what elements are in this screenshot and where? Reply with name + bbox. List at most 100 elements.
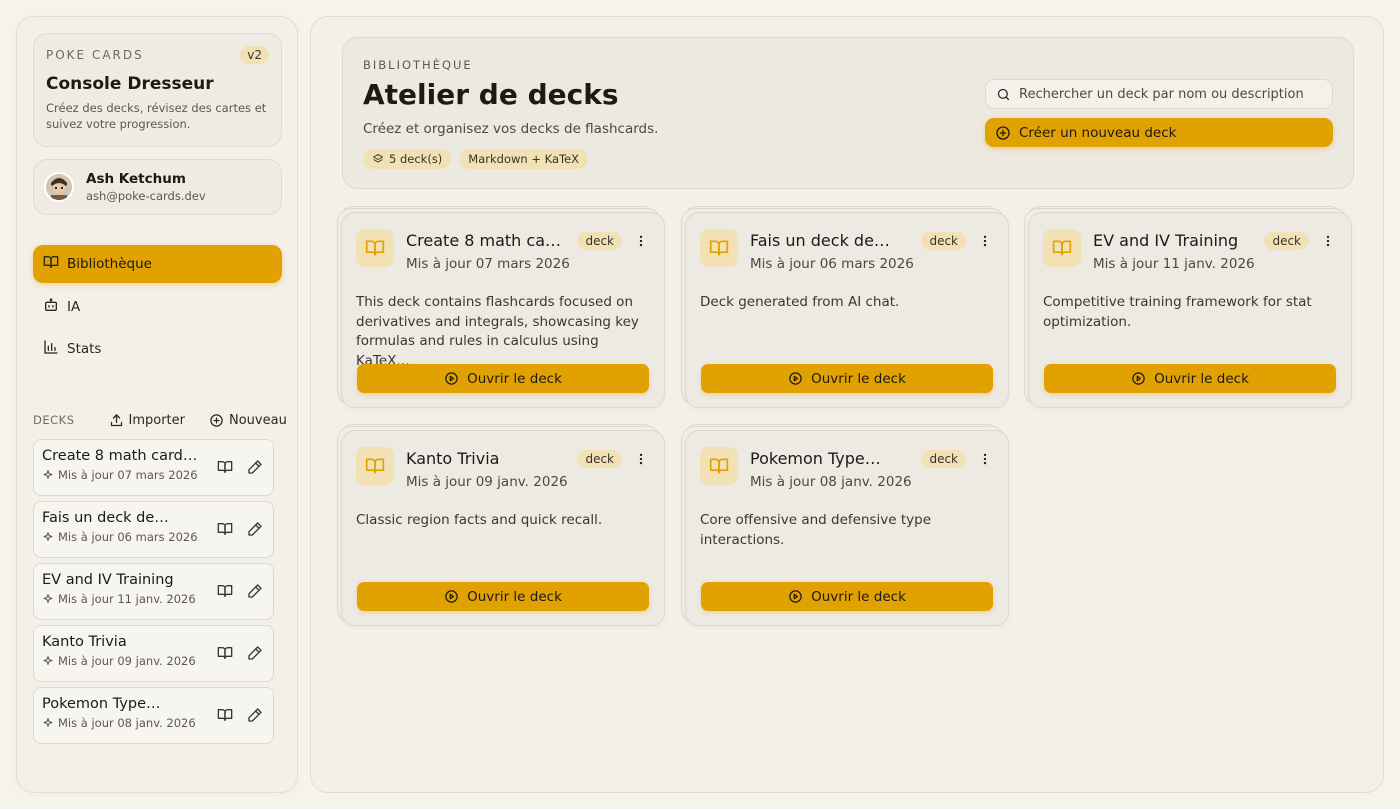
more-options-icon[interactable]: [634, 451, 648, 470]
deck-title: EV and IV Training: [1093, 231, 1239, 250]
deck-title: Kanto Trivia: [406, 449, 500, 468]
edit-deck-icon[interactable]: [247, 583, 263, 603]
user-email: ash@poke-cards.dev: [86, 189, 206, 203]
import-button[interactable]: Importer: [109, 413, 185, 428]
sidebar-deck-item[interactable]: EV and IV Training Mis à jour 11 janv. 2…: [33, 563, 274, 620]
book-open-icon: [356, 447, 394, 485]
edit-deck-icon[interactable]: [247, 707, 263, 727]
nav-bibliotheque[interactable]: Bibliothèque: [33, 245, 282, 283]
deck-type-badge: deck: [921, 232, 966, 250]
sidebar-deck-item[interactable]: Create 8 math cards… Mis à jour 07 mars …: [33, 439, 274, 496]
open-deck-label: Ouvrir le deck: [467, 370, 562, 387]
book-open-icon: [700, 447, 738, 485]
sidebar-deck-item[interactable]: Kanto Trivia Mis à jour 09 janv. 2026: [33, 625, 274, 682]
open-deck-icon[interactable]: [217, 645, 233, 665]
avatar: [44, 172, 74, 202]
deck-card: Create 8 math cards… Mis à jour 07 mars …: [335, 206, 665, 408]
brand-card: POKE CARDS v2 Console Dresseur Créez des…: [33, 33, 282, 147]
deck-type-badge: deck: [577, 232, 622, 250]
deck-description: Competitive training framework for stat …: [1043, 294, 1312, 330]
sidebar-deck-date: Mis à jour 06 mars 2026: [58, 530, 198, 544]
open-deck-icon[interactable]: [217, 521, 233, 541]
play-circle-icon: [1132, 372, 1145, 385]
play-circle-icon: [789, 372, 802, 385]
more-options-icon[interactable]: [978, 451, 992, 470]
hero: BIBLIOTHÈQUE Atelier de decks Créez et o…: [342, 37, 1354, 189]
main-panel: BIBLIOTHÈQUE Atelier de decks Créez et o…: [310, 16, 1384, 793]
search-box[interactable]: [985, 79, 1333, 109]
deck-card: Fais un deck de… Mis à jour 06 mars 2026…: [679, 206, 1009, 408]
open-deck-label: Ouvrir le deck: [467, 588, 562, 605]
deck-updated: Mis à jour 08 janv. 2026: [750, 474, 912, 490]
book-open-icon: [1043, 229, 1081, 267]
open-deck-label: Ouvrir le deck: [1154, 370, 1249, 387]
sidebar-deck-date: Mis à jour 08 janv. 2026: [58, 716, 196, 730]
more-options-icon[interactable]: [978, 233, 992, 252]
play-circle-icon: [445, 372, 458, 385]
open-deck-button[interactable]: Ouvrir le deck: [701, 582, 993, 611]
nav-stats[interactable]: Stats: [33, 330, 282, 368]
sidebar-deck-date: Mis à jour 09 janv. 2026: [58, 654, 196, 668]
book-open-icon: [43, 254, 59, 274]
open-deck-button[interactable]: Ouvrir le deck: [357, 582, 649, 611]
nav-ia[interactable]: IA: [33, 288, 282, 326]
open-deck-button[interactable]: Ouvrir le deck: [1044, 364, 1336, 393]
search-input[interactable]: [1019, 86, 1319, 102]
upload-icon: [110, 413, 122, 426]
deck-updated: Mis à jour 11 janv. 2026: [1093, 256, 1255, 272]
more-options-icon[interactable]: [634, 233, 648, 252]
book-open-icon: [356, 229, 394, 267]
open-deck-icon[interactable]: [217, 583, 233, 603]
deck-title: Pokemon Type…: [750, 449, 881, 468]
edit-deck-icon[interactable]: [247, 645, 263, 665]
open-deck-button[interactable]: Ouvrir le deck: [701, 364, 993, 393]
open-deck-icon[interactable]: [217, 707, 233, 727]
deck-type-badge: deck: [921, 450, 966, 468]
sparkle-icon: [43, 718, 53, 727]
layers-icon: [373, 154, 383, 163]
deck-count-chip: 5 deck(s): [363, 149, 452, 169]
deck-title: Create 8 math cards…: [406, 231, 566, 250]
deck-description: This deck contains flashcards focused on…: [356, 294, 639, 369]
deck-type-badge: deck: [577, 450, 622, 468]
book-open-icon: [700, 229, 738, 267]
deck-card-body: Create 8 math cards… Mis à jour 07 mars …: [341, 212, 665, 408]
deck-description: Classic region facts and quick recall.: [356, 512, 603, 528]
deck-description: Core offensive and defensive type intera…: [700, 512, 932, 548]
sidebar-deck-item[interactable]: Fais un deck de… Mis à jour 06 mars 2026: [33, 501, 274, 558]
create-deck-label: Créer un nouveau deck: [1019, 124, 1177, 141]
version-badge: v2: [240, 46, 269, 64]
create-deck-button[interactable]: Créer un nouveau deck: [985, 118, 1333, 147]
deck-card-body: Fais un deck de… Mis à jour 06 mars 2026…: [685, 212, 1009, 408]
sparkle-icon: [43, 594, 53, 603]
brand-title: Console Dresseur: [46, 74, 214, 94]
search-icon: [997, 88, 1010, 100]
deck-card: Kanto Trivia Mis à jour 09 janv. 2026 de…: [335, 424, 665, 626]
brand-eyebrow: POKE CARDS: [46, 48, 144, 62]
play-circle-icon: [789, 590, 802, 603]
deck-card-body: Pokemon Type… Mis à jour 08 janv. 2026 d…: [685, 430, 1009, 626]
deck-description: Deck generated from AI chat.: [700, 294, 900, 310]
sidebar-deck-title: Fais un deck de…: [42, 510, 169, 526]
chip-label: Markdown + KaTeX: [468, 152, 580, 166]
edit-deck-icon[interactable]: [247, 521, 263, 541]
brand-subtitle: Créez des decks, révisez des cartes et s…: [46, 101, 267, 131]
sidebar-deck-title: EV and IV Training: [42, 572, 174, 588]
sidebar-deck-item[interactable]: Pokemon Type… Mis à jour 08 janv. 2026: [33, 687, 274, 744]
open-deck-label: Ouvrir le deck: [811, 370, 906, 387]
open-deck-button[interactable]: Ouvrir le deck: [357, 364, 649, 393]
more-options-icon[interactable]: [1321, 233, 1335, 252]
nav-label: Stats: [67, 341, 102, 357]
decks-label: DECKS: [33, 413, 75, 427]
deck-updated: Mis à jour 07 mars 2026: [406, 256, 570, 272]
decks-header: DECKS Importer Nouveau: [33, 409, 287, 431]
edit-deck-icon[interactable]: [247, 459, 263, 479]
sparkle-icon: [43, 532, 53, 541]
deck-card: EV and IV Training Mis à jour 11 janv. 2…: [1022, 206, 1352, 408]
sidebar-deck-title: Create 8 math cards…: [42, 448, 202, 464]
user-card[interactable]: Ash Ketchum ash@poke-cards.dev: [33, 159, 282, 215]
new-deck-button[interactable]: Nouveau: [209, 413, 287, 428]
sidebar-deck-date: Mis à jour 07 mars 2026: [58, 468, 198, 482]
open-deck-label: Ouvrir le deck: [811, 588, 906, 605]
open-deck-icon[interactable]: [217, 459, 233, 479]
